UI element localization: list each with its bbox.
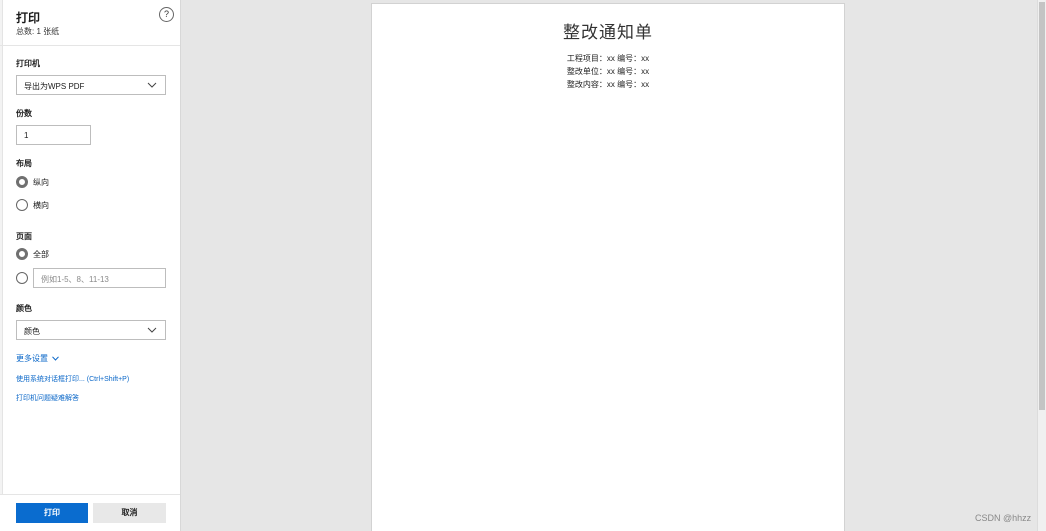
print-button[interactable]: 打印 [16, 503, 88, 523]
pages-all-radio[interactable] [16, 248, 28, 260]
copies-input[interactable]: 1 [16, 125, 91, 145]
panel-edge [0, 0, 3, 531]
color-label: 颜色 [16, 304, 32, 313]
document-line: 整改内容：xx 编号：xx [566, 80, 650, 89]
portrait-label: 纵向 [33, 178, 49, 187]
help-icon[interactable]: ? [159, 7, 174, 22]
color-value: 颜色 [24, 327, 40, 336]
page-range-placeholder: 例如1-5、8、11-13 [41, 275, 109, 284]
landscape-radio[interactable] [16, 199, 28, 211]
chevron-down-icon [147, 327, 157, 333]
panel-header: 打印 总数: 1 张纸 ? [0, 0, 180, 46]
chevron-down-icon [52, 356, 60, 362]
portrait-radio[interactable] [16, 176, 28, 188]
pages-label: 页面 [16, 232, 32, 241]
sheet-count: 总数: 1 张纸 [16, 27, 60, 36]
dialog-title: 打印 [16, 11, 41, 25]
troubleshoot-link[interactable]: 打印机问题疑难解答 [16, 393, 79, 403]
scrollbar-thumb[interactable] [1039, 2, 1045, 410]
copies-label: 份数 [16, 109, 32, 118]
landscape-label: 横向 [33, 201, 49, 210]
watermark: CSDN @hhzz [975, 513, 1032, 523]
document-line: 整改单位：xx 编号：xx [566, 67, 650, 76]
cancel-button[interactable]: 取消 [93, 503, 166, 523]
printer-select[interactable]: 导出为WPS PDF [16, 75, 166, 95]
document-title: 整改通知单 [563, 23, 653, 42]
more-settings-link[interactable]: 更多设置 [16, 353, 60, 364]
dialog-footer: 打印 取消 [0, 494, 180, 531]
printer-label: 打印机 [16, 59, 40, 68]
preview-page: 整改通知单 工程项目：xx 编号：xx 整改单位：xx 编号：xx 整改内容：x… [371, 3, 845, 531]
layout-label: 布局 [16, 159, 32, 168]
preview-scrollbar[interactable] [1037, 0, 1046, 531]
document-body: 工程项目：xx 编号：xx 整改单位：xx 编号：xx 整改内容：xx 编号：x… [372, 52, 844, 91]
chevron-down-icon [147, 82, 157, 88]
page-range-input[interactable]: 例如1-5、8、11-13 [33, 268, 166, 288]
more-settings-label: 更多设置 [16, 354, 48, 363]
pages-all-label: 全部 [33, 250, 49, 259]
copies-value: 1 [24, 131, 29, 140]
document-line: 工程项目：xx 编号：xx [566, 54, 650, 63]
pages-range-radio[interactable] [16, 272, 28, 284]
print-settings-panel: 打印 总数: 1 张纸 ? 打印机 导出为WPS PDF 份数 1 布局 纵向 … [0, 0, 181, 531]
color-select[interactable]: 颜色 [16, 320, 166, 340]
printer-value: 导出为WPS PDF [24, 82, 85, 91]
system-dialog-link[interactable]: 使用系统对话框打印... (Ctrl+Shift+P) [16, 374, 129, 384]
